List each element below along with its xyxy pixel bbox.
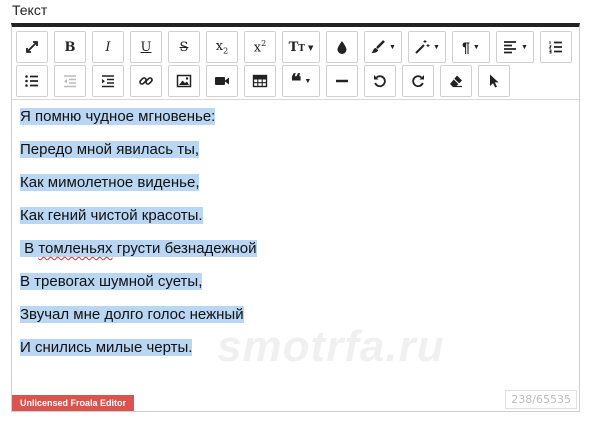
paragraph-format-dropdown[interactable]: ¶ ▼	[452, 31, 490, 63]
italic-icon: I	[105, 39, 111, 55]
ordered-list-button[interactable]	[540, 31, 572, 63]
ordered-list-icon	[548, 41, 562, 54]
subscript-button[interactable]: x2	[206, 31, 238, 63]
strikethrough-icon: S	[179, 39, 189, 55]
caret-down-icon: ▼	[304, 77, 312, 85]
indent-button[interactable]	[92, 65, 124, 97]
field-label: Текст	[12, 2, 48, 18]
droplet-icon	[337, 41, 347, 54]
license-badge[interactable]: Unlicensed Froala Editor	[12, 395, 135, 411]
unordered-list-button[interactable]	[16, 65, 48, 97]
quote-icon: ❝	[290, 69, 302, 93]
insert-image-button[interactable]	[168, 65, 200, 97]
spellcheck-word: томленьях	[38, 240, 113, 257]
paragraph-style-dropdown[interactable]: ▼	[364, 31, 402, 63]
indent-icon	[102, 75, 114, 88]
inline-style-dropdown[interactable]: ▼	[408, 31, 446, 63]
redo-button[interactable]	[402, 65, 434, 97]
quote-dropdown[interactable]: ❝ ▼	[282, 65, 320, 97]
redo-icon	[412, 75, 424, 88]
strikethrough-button[interactable]: S	[168, 31, 200, 63]
bold-icon: B	[64, 39, 76, 55]
bold-button[interactable]: B	[54, 31, 86, 63]
pilcrow-icon: ¶	[462, 39, 470, 55]
link-icon	[139, 77, 153, 85]
image-icon	[176, 74, 192, 88]
color-button[interactable]	[326, 31, 358, 63]
poem-line: Передо мной явилась ты,	[20, 141, 200, 158]
poem-line: Я помню чудное мгновенье:	[20, 108, 216, 125]
subscript-icon: x2	[215, 38, 229, 56]
italic-button[interactable]: I	[92, 31, 124, 63]
fullscreen-button[interactable]	[16, 31, 48, 63]
poem-line: И снились милые черты.	[20, 339, 193, 356]
rich-text-editor: B I U S x2 x2 TT ▼ ▼ ▼ ¶ ▼ ▼ ❝ ▼ Я помню…	[11, 23, 580, 412]
insert-link-button[interactable]	[130, 65, 162, 97]
outdent-icon	[64, 75, 76, 88]
font-size-icon: TT	[288, 39, 305, 55]
caret-down-icon: ▼	[521, 43, 528, 51]
poem-line: В томленьях грусти безнадежной	[20, 240, 257, 257]
underline-button[interactable]: U	[130, 31, 162, 63]
poem-line: Как гений чистой красоты.	[20, 207, 203, 224]
align-left-icon	[504, 41, 517, 54]
horizontal-line-icon	[336, 79, 348, 83]
character-counter: 238/65535	[505, 390, 577, 409]
cursor-icon	[490, 74, 499, 88]
align-dropdown[interactable]: ▼	[496, 31, 534, 63]
expand-icon	[26, 41, 38, 53]
poem-line: Звучал мне долго голос нежный	[20, 306, 244, 323]
font-size-dropdown[interactable]: TT ▼	[282, 31, 320, 63]
bullet-list-icon	[25, 75, 38, 87]
editor-toolbar: B I U S x2 x2 TT ▼ ▼ ▼ ¶ ▼ ▼ ❝ ▼	[12, 27, 579, 100]
horizontal-line-button[interactable]	[326, 65, 358, 97]
clear-formatting-button[interactable]	[440, 65, 472, 97]
insert-table-button[interactable]	[244, 65, 276, 97]
undo-button[interactable]	[364, 65, 396, 97]
editor-content[interactable]: Я помню чудное мгновенье: Передо мной яв…	[12, 100, 579, 400]
table-icon	[252, 74, 268, 88]
superscript-button[interactable]: x2	[244, 31, 276, 63]
superscript-icon: x2	[253, 38, 267, 56]
caret-down-icon: ▼	[433, 43, 440, 51]
magic-wand-icon	[415, 40, 430, 54]
poem-line: В тревогах шумной суеты,	[20, 273, 203, 290]
insert-video-button[interactable]	[206, 65, 238, 97]
caret-down-icon: ▼	[472, 43, 480, 51]
undo-icon	[374, 75, 386, 88]
video-camera-icon	[215, 77, 229, 85]
select-all-button[interactable]	[478, 65, 510, 97]
outdent-button[interactable]	[54, 65, 86, 97]
poem-line: Как мимолетное виденье,	[20, 174, 200, 191]
eraser-icon	[450, 75, 462, 88]
brush-icon	[371, 40, 385, 53]
caret-down-icon: ▼	[308, 42, 314, 52]
caret-down-icon: ▼	[389, 43, 396, 51]
underline-icon: U	[140, 39, 152, 55]
